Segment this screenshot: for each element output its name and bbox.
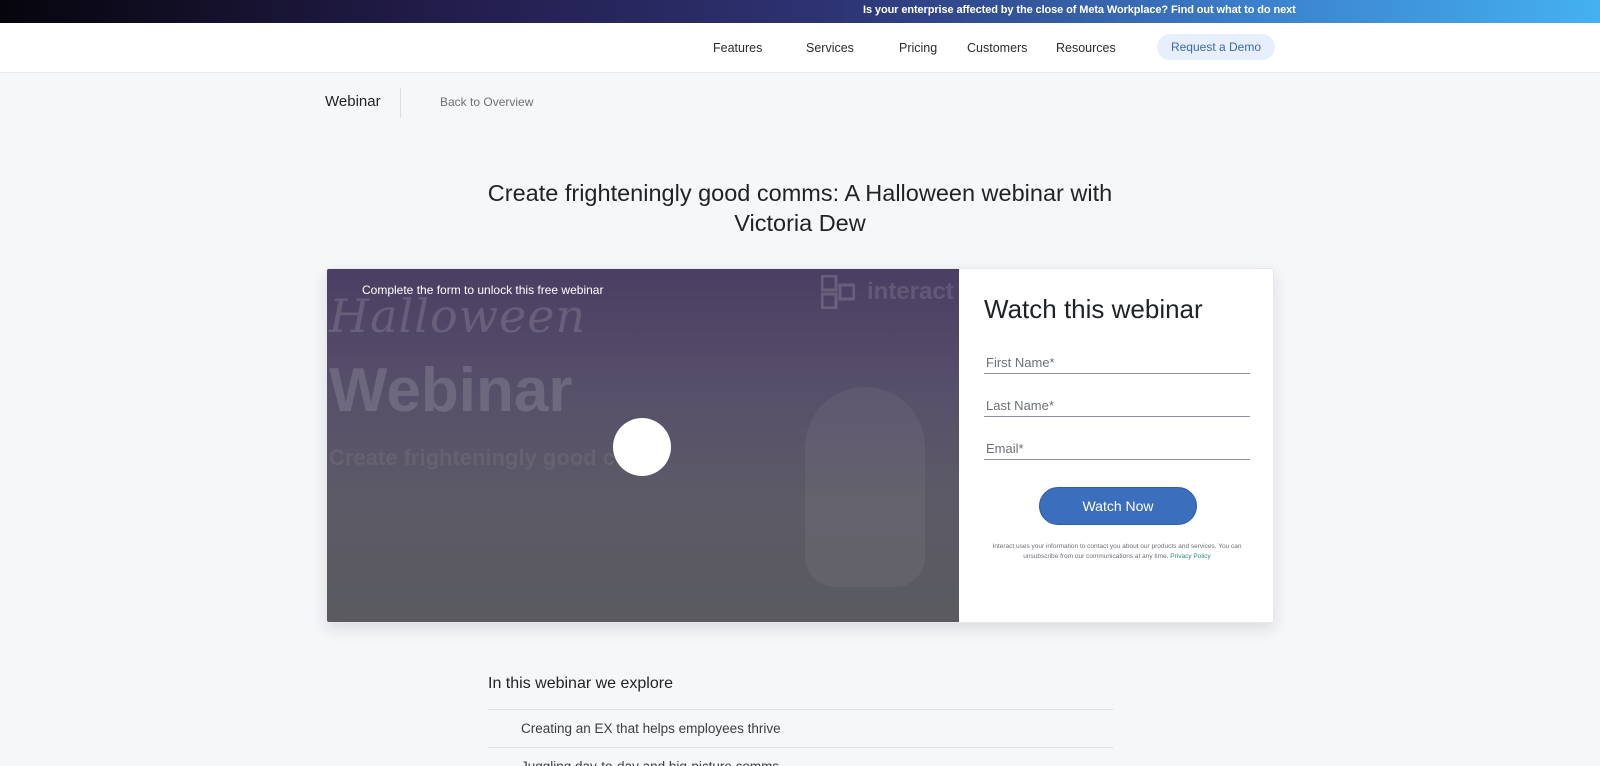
back-to-overview-link[interactable]: Back to Overview xyxy=(440,95,533,109)
thumbnail-brand: interact xyxy=(821,275,954,309)
thumbnail-subtitle-text: Create frighteningly good c xyxy=(329,445,616,470)
last-name-field[interactable] xyxy=(984,395,1250,417)
ghost-illustration xyxy=(805,387,925,587)
explore-heading: In this webinar we explore xyxy=(488,675,673,692)
thumbnail-script-text: Halloween xyxy=(329,289,587,343)
nav-customers[interactable]: Customers xyxy=(967,41,1027,55)
nav-pricing[interactable]: Pricing xyxy=(899,41,937,55)
webinar-card: Halloween Webinar Create frighteningly g… xyxy=(326,268,1274,623)
registration-form: Watch this webinar Watch Now Interact us… xyxy=(959,269,1273,622)
form-title: Watch this webinar xyxy=(984,294,1203,324)
page-title: Create frighteningly good comms: A Hallo… xyxy=(487,180,1113,236)
unlock-notice: Complete the form to unlock this free we… xyxy=(362,283,604,297)
interact-logo-icon xyxy=(821,275,855,309)
list-item: Creating an EX that helps employees thri… xyxy=(488,709,1113,747)
top-navigation: Features Services Pricing Customers Reso… xyxy=(0,23,1600,73)
first-name-field[interactable] xyxy=(984,352,1250,374)
thumbnail-brand-text: interact xyxy=(867,278,954,305)
nav-features[interactable]: Features xyxy=(713,41,762,55)
privacy-policy-link[interactable]: Privacy Policy xyxy=(1170,553,1210,560)
play-button-icon[interactable] xyxy=(613,418,671,476)
nav-resources[interactable]: Resources xyxy=(1056,41,1116,55)
nav-services[interactable]: Services xyxy=(806,41,854,55)
legal-notice: Interact uses your information to contac… xyxy=(984,542,1250,562)
list-item: Juggling day-to-day and big-picture comm… xyxy=(488,747,1113,766)
video-player[interactable]: Halloween Webinar Create frighteningly g… xyxy=(327,269,959,622)
thumbnail-title-text: Webinar xyxy=(329,356,573,425)
breadcrumb-divider xyxy=(400,88,401,118)
email-field[interactable] xyxy=(984,438,1250,460)
watch-now-button[interactable]: Watch Now xyxy=(1039,487,1197,525)
announcement-bar: Is your enterprise affected by the close… xyxy=(0,0,1600,23)
announcement-link[interactable]: Is your enterprise affected by the close… xyxy=(863,4,1296,16)
request-demo-button[interactable]: Request a Demo xyxy=(1157,34,1275,60)
explore-list: Creating an EX that helps employees thri… xyxy=(488,709,1113,766)
breadcrumb-section: Webinar xyxy=(325,93,381,110)
